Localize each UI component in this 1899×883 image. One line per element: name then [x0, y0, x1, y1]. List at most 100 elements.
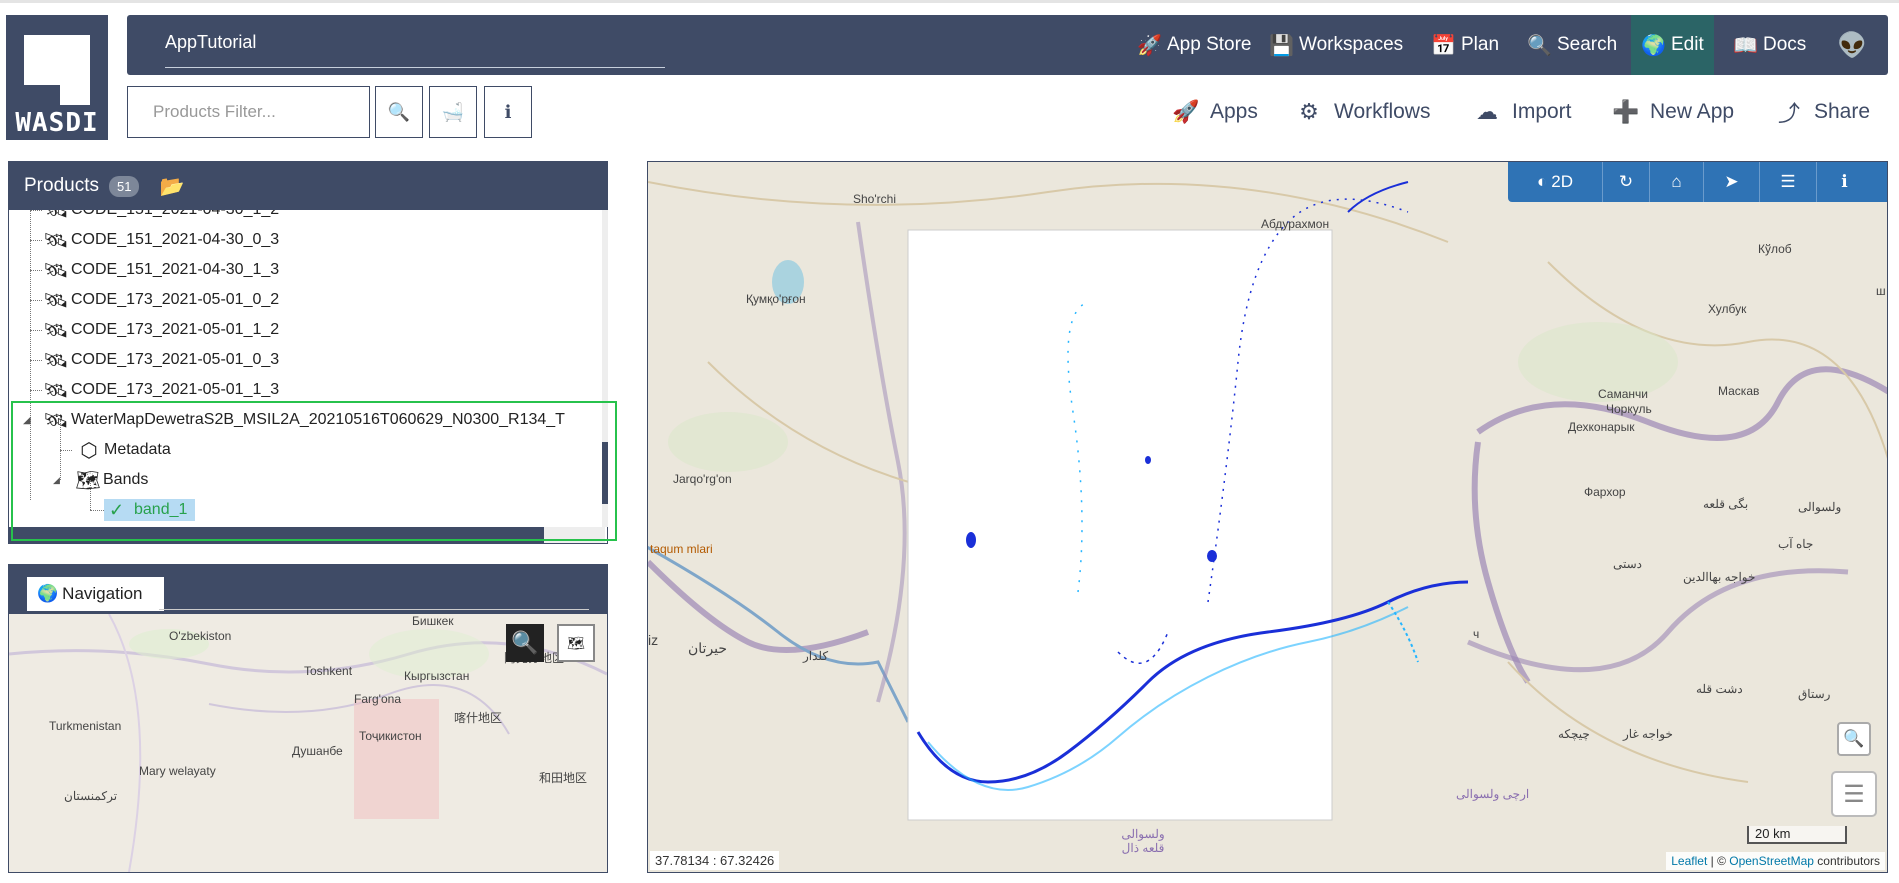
user-avatar-icon[interactable]: 👽	[1827, 15, 1877, 75]
tree-node-product[interactable]: 🛰 CODE_173_2021-05-01_0_3	[23, 345, 279, 375]
globe-icon: 🌍	[1641, 34, 1666, 57]
openstreetmap-link[interactable]: OpenStreetMap	[1729, 854, 1814, 868]
tree-line	[30, 210, 42, 211]
map-label: iz	[648, 632, 659, 648]
satellite-icon: 🛰	[43, 210, 69, 222]
map-search-button[interactable]: 🔍	[1837, 722, 1871, 756]
map-label: Фархор	[1584, 485, 1626, 499]
layers-list-button[interactable]: ☰	[1760, 162, 1817, 202]
navigation-minimap[interactable]: Бишкек O'zbekiston Toshkent Кыргызстан F…	[9, 614, 607, 872]
product-label: CODE_151_2021-04-30_1_2	[71, 210, 279, 219]
tree-line	[30, 360, 42, 361]
cloud-upload-icon: ☁	[1476, 99, 1498, 124]
map-label: Бишкек	[412, 614, 454, 628]
satellite-icon: 🛰	[43, 259, 69, 282]
map-label: Саманчи	[1598, 387, 1648, 401]
nav-label: Workspaces	[1299, 34, 1404, 55]
nav-docs[interactable]: 📖 Docs	[1723, 15, 1816, 75]
toggle-icon: ◐	[1536, 172, 1548, 191]
map-info-button[interactable]: ℹ	[1817, 162, 1872, 202]
info-button[interactable]: ℹ	[484, 86, 532, 138]
map-label: ч	[1473, 627, 1480, 641]
product-label: CODE_151_2021-04-30_1_3	[71, 261, 280, 278]
tree-node-product[interactable]: 🛰 CODE_151_2021-04-30_1_3	[23, 255, 279, 285]
layers-icon: ☰	[1843, 780, 1865, 808]
map-label: Маскав	[1718, 384, 1760, 398]
home-button[interactable]: ⌂	[1650, 162, 1704, 202]
nav-plan[interactable]: 📅 Plan	[1421, 15, 1509, 75]
map-thumbnail-icon: 🗺	[567, 634, 585, 651]
satellite-icon: 🛰	[43, 319, 69, 342]
map-label: Mary welayaty	[139, 764, 216, 778]
map-label: رستاق	[1798, 687, 1831, 701]
product-label: CODE_173_2021-05-01_1_2	[71, 321, 280, 338]
products-count-badge: 51	[108, 175, 140, 197]
product-label: CODE_173_2021-05-01_0_2	[71, 291, 280, 308]
map-label: Toshkent	[304, 664, 353, 678]
top-border	[0, 0, 1899, 3]
navigation-panel: 🌍 Navigation Бишкек O'zbekiston Toshkent …	[8, 564, 608, 873]
map-label: Абдурахмон	[1261, 217, 1330, 231]
folder-open-icon[interactable]: 📂	[159, 174, 184, 199]
tab-navigation[interactable]: 🌍 Navigation	[27, 577, 164, 611]
map-label: خواجه بهاالدین	[1683, 570, 1756, 584]
products-filter-input[interactable]: Products Filter...	[127, 86, 370, 138]
tree-line	[30, 330, 42, 331]
map-label: 喀什地区	[454, 711, 503, 725]
tree-node-product[interactable]: 🛰 CODE_151_2021-04-30_0_3	[23, 225, 279, 255]
attribution-text: contributors	[1813, 854, 1880, 868]
map-label: Хулбук	[1708, 302, 1747, 316]
leaflet-link[interactable]: Leaflet	[1671, 854, 1707, 868]
list-icon: ☰	[1780, 172, 1796, 191]
import-button[interactable]: ☁ Import	[1474, 96, 1572, 128]
app-title[interactable]: AppTutorial	[165, 32, 665, 68]
map-label: taqum mlari	[650, 542, 713, 556]
products-title: Products	[24, 175, 99, 196]
map-label: Jarqo'rg'on	[673, 472, 732, 486]
map-label: Sho'rchi	[853, 192, 896, 206]
main-map[interactable]: Sho'rchi Абдурахмон Қумқо'рғон Jarqo'rg'…	[647, 161, 1888, 873]
tree-node-product[interactable]: 🛰 CODE_173_2021-05-01_1_2	[23, 315, 279, 345]
product-label: CODE_173_2021-05-01_1_3	[71, 381, 280, 398]
product-label: CODE_151_2021-04-30_0_3	[71, 231, 280, 248]
new-app-button[interactable]: ➕ New App	[1612, 96, 1734, 128]
toggle-2d-3d-button[interactable]: ◐ 2D	[1508, 162, 1603, 202]
satellite-icon: 🛰	[43, 229, 69, 252]
workflows-button[interactable]: ⚙ Workflows	[1296, 96, 1430, 128]
product-label: CODE_173_2021-05-01_0_3	[71, 351, 280, 368]
navigate-button[interactable]: ➤	[1704, 162, 1760, 202]
logo-text: WASDI	[15, 108, 99, 138]
apps-button[interactable]: 🚀 Apps	[1172, 96, 1258, 128]
map-label: خواجه غار	[1623, 727, 1673, 741]
tree-node-product[interactable]: 🛰CODE_151_2021-04-30_1_2	[23, 210, 279, 225]
nav-search[interactable]: 🔍 Search	[1517, 15, 1627, 75]
minimap-layer-button[interactable]: 🗺	[557, 624, 595, 662]
satellite-icon: 🛰	[43, 349, 69, 372]
cogs-icon: ⚙	[1299, 99, 1319, 124]
globe-icon: 🌍	[37, 584, 59, 603]
tree-line	[30, 300, 42, 301]
nav-edit[interactable]: 🌍 Edit	[1631, 15, 1714, 75]
map-label: O'zbekiston	[169, 629, 232, 643]
tree-node-product[interactable]: 🛰 CODE_173_2021-05-01_0_2	[23, 285, 279, 315]
action-label: Apps	[1210, 100, 1258, 123]
minimap-search-button[interactable]: 🔍	[506, 624, 544, 662]
products-header: Products 51 📂	[9, 162, 607, 210]
wasdi-logo[interactable]: WASDI	[6, 15, 108, 140]
share-icon: ⤴	[1777, 101, 1800, 126]
nav-label: Plan	[1461, 34, 1500, 55]
rocket-icon: 🚀	[1172, 99, 1200, 124]
clear-filter-button[interactable]: 🛁	[429, 86, 477, 138]
search-button[interactable]: 🔍	[375, 86, 423, 138]
bath-icon: 🛁	[441, 101, 465, 122]
refresh-button[interactable]: ↻	[1603, 162, 1650, 202]
share-button[interactable]: ⤴ Share	[1776, 96, 1870, 128]
map-label: جاه آب	[1778, 537, 1814, 551]
nav-app-store[interactable]: 🚀 App Store	[1127, 15, 1262, 75]
map-label: ш	[1876, 284, 1886, 298]
nav-workspaces[interactable]: 💾 Workspaces	[1259, 15, 1413, 75]
map-controls-bar: ◐ 2D ↻ ⌂ ➤ ☰ ℹ	[1508, 162, 1887, 202]
layer-switcher-button[interactable]: ☰	[1831, 771, 1877, 817]
action-label: Share	[1814, 100, 1871, 123]
map-label: ولسوالی قلعه ذال	[1121, 827, 1165, 855]
